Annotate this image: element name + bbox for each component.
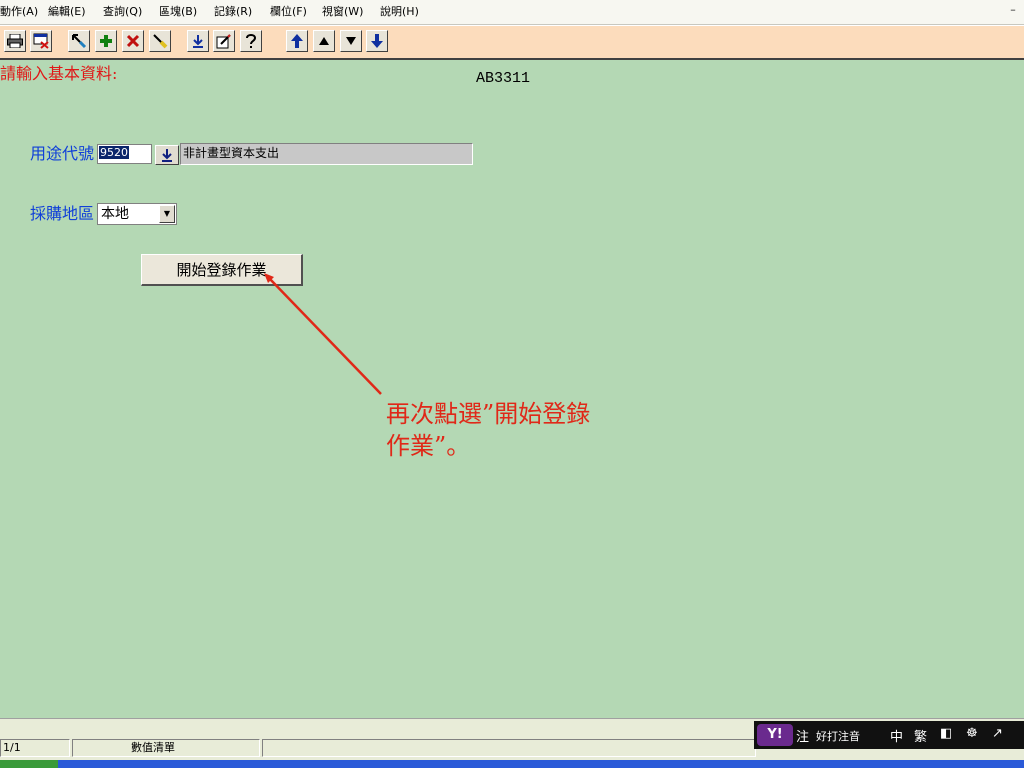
menu-action[interactable]: 動作(A) <box>0 5 38 19</box>
minimize-button[interactable]: – <box>1006 3 1020 17</box>
ime-traditional-toggle[interactable]: 繁 <box>914 726 927 745</box>
lookup-arrow-icon <box>162 149 172 162</box>
toolbar-divider <box>0 58 1024 60</box>
ime-halfwidth-icon[interactable]: ◧ <box>940 726 952 741</box>
usage-code-input[interactable]: 9520 <box>97 144 152 164</box>
start-registration-button[interactable]: 開始登錄作業 <box>141 254 303 286</box>
next-record-icon[interactable] <box>340 30 362 52</box>
help-icon[interactable] <box>240 30 262 52</box>
menu-block[interactable]: 區塊(B) <box>159 5 197 19</box>
cancel-query-icon[interactable] <box>30 30 52 52</box>
status-message <box>262 739 756 757</box>
form-code: AB3311 <box>476 70 531 87</box>
menu-field[interactable]: 欄位(F) <box>270 5 307 19</box>
toolbar <box>0 25 1024 59</box>
region-select[interactable]: 本地 ▼ <box>97 203 177 225</box>
ime-settings-icon[interactable]: ☸ <box>966 726 978 741</box>
ime-toolbar: Y! 注 好打注音 中 繁 ◧ ☸ ↗ <box>754 721 1024 749</box>
annotation-callout: 再次點選”開始登錄 作業”。 <box>386 398 636 462</box>
clear-icon[interactable] <box>149 30 171 52</box>
add-record-icon[interactable] <box>95 30 117 52</box>
annotation-arrow <box>264 273 382 395</box>
menu-query[interactable]: 查詢(Q) <box>103 5 142 19</box>
query-icon[interactable] <box>68 30 90 52</box>
print-icon[interactable] <box>4 30 26 52</box>
form-prompt: 請輸入基本資料: <box>0 64 118 83</box>
previous-record-icon[interactable] <box>313 30 335 52</box>
ime-register-label[interactable]: 注 <box>796 726 809 745</box>
taskbar <box>0 760 1024 768</box>
lookup-button[interactable] <box>155 145 179 165</box>
region-label: 採購地區 <box>30 204 95 223</box>
menu-bar: 動作(A) 編輯(E) 查詢(Q) 區塊(B) 記錄(R) 欄位(F) 視窗(W… <box>0 0 1024 25</box>
annotation-line-2: 作業”。 <box>386 432 471 460</box>
menu-window[interactable]: 視窗(W) <box>322 5 363 19</box>
region-selected-value: 本地 <box>101 206 129 222</box>
ime-options-icon[interactable]: ↗ <box>992 726 1003 741</box>
first-record-icon[interactable] <box>286 30 308 52</box>
last-record-icon[interactable] <box>366 30 388 52</box>
annotation-line-1: 再次點選”開始登錄 <box>386 400 591 428</box>
usage-code-value: 9520 <box>99 146 129 159</box>
edit-icon[interactable] <box>213 30 235 52</box>
ime-chinese-toggle[interactable]: 中 <box>890 726 903 745</box>
ime-input-method[interactable]: 好打注音 <box>816 728 860 744</box>
list-of-values-indicator: 數值清單 <box>72 739 260 757</box>
save-icon[interactable] <box>187 30 209 52</box>
menu-edit[interactable]: 編輯(E) <box>48 5 86 19</box>
delete-record-icon[interactable] <box>122 30 144 52</box>
menu-record[interactable]: 記錄(R) <box>214 5 252 19</box>
chevron-down-icon[interactable]: ▼ <box>159 205 175 223</box>
yahoo-icon[interactable]: Y! <box>757 724 793 746</box>
menu-help[interactable]: 說明(H) <box>380 5 419 19</box>
usage-description-field: 非計畫型資本支出 <box>180 143 473 165</box>
record-counter: 1/1 <box>0 739 70 757</box>
start-button[interactable] <box>0 760 58 768</box>
usage-code-label: 用途代號 <box>30 144 95 163</box>
